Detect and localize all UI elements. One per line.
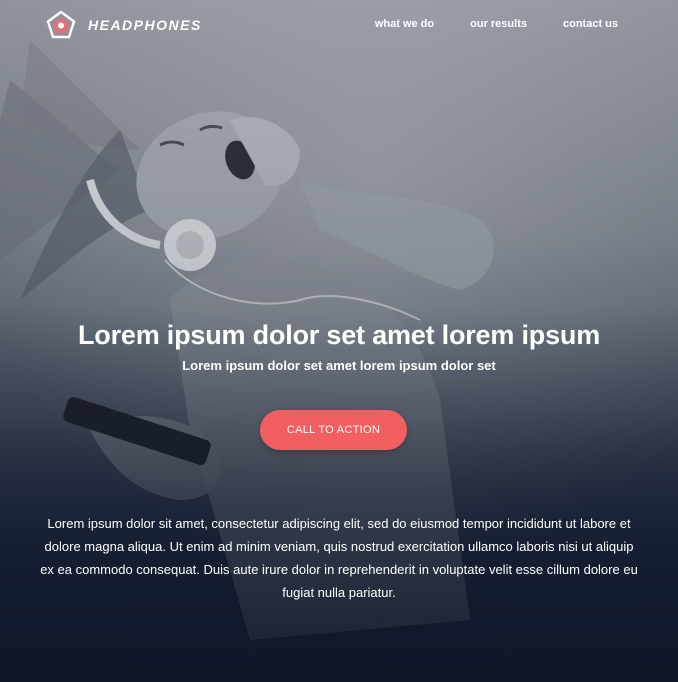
hero-headline: Lorem ipsum dolor set amet lorem ipsum [77,320,600,350]
hero-body-text: Lorem ipsum dolor sit amet, consectetur … [40,516,638,600]
nav-link-what-we-do[interactable]: what we do [375,18,434,30]
nav-link-our-results[interactable]: our results [470,18,527,30]
pentagon-logo-icon [46,10,76,39]
brand-logo-link[interactable]: HEADPHONES [46,10,202,40]
nav-link-contact-us[interactable]: contact us [563,18,618,30]
call-to-action-button[interactable]: CALL TO ACTION [260,410,407,450]
nav-links: what we do our results contact us [339,18,618,30]
top-navigation: HEADPHONES what we do our results contac… [0,0,678,50]
brand-name: HEADPHONES [88,17,202,33]
hero-subheadline: Lorem ipsum dolor set amet lorem ipsum d… [182,358,496,373]
